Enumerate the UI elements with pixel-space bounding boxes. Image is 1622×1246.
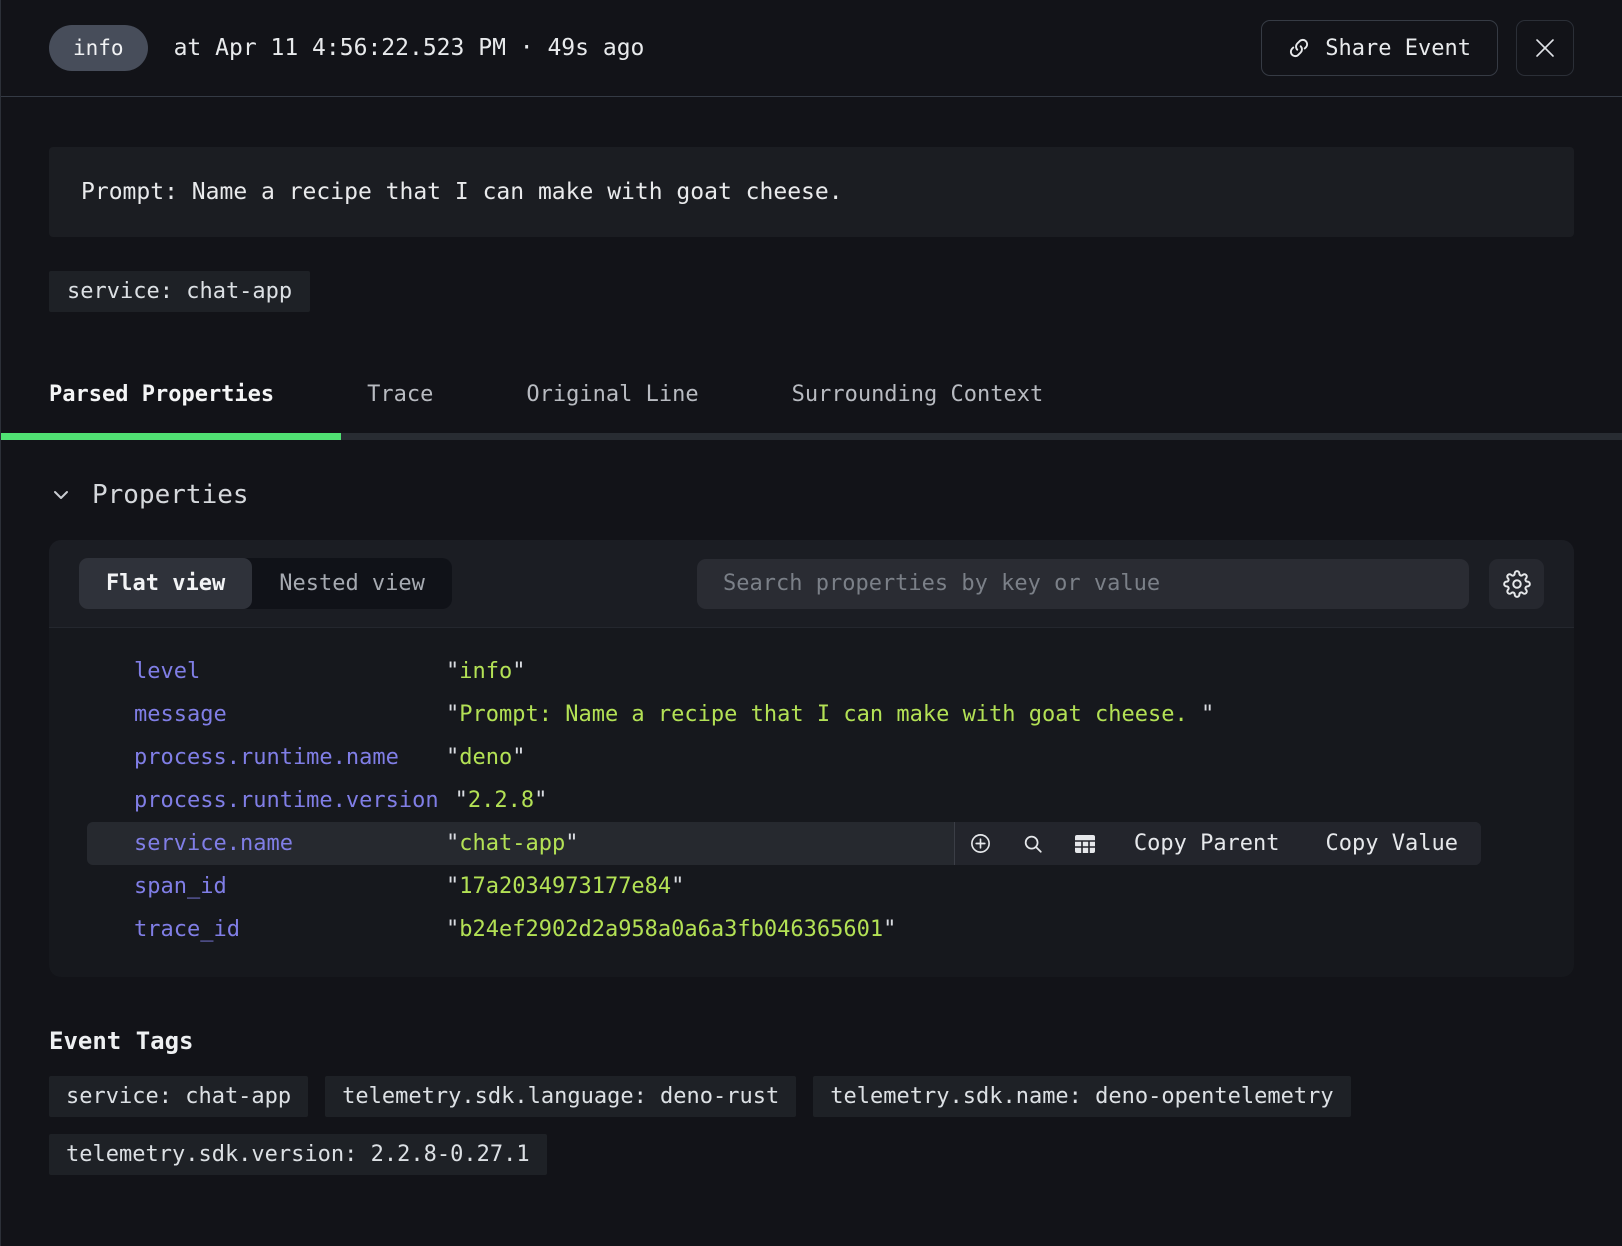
top-bar: info at Apr 11 4:56:22.523 PM · 49s ago … (1, 0, 1622, 97)
copy-value-button[interactable]: Copy Value (1303, 822, 1481, 865)
search-value-icon (1022, 833, 1044, 855)
property-key: level (134, 659, 430, 684)
add-filter-icon (969, 832, 992, 855)
event-detail-panel: info at Apr 11 4:56:22.523 PM · 49s ago … (0, 0, 1622, 1246)
property-key: trace_id (134, 917, 430, 942)
share-event-button[interactable]: Share Event (1261, 20, 1498, 76)
properties-settings-button[interactable] (1489, 559, 1544, 609)
search-properties-input[interactable] (697, 559, 1469, 609)
property-key: span_id (134, 874, 430, 899)
property-key: service.name (134, 831, 430, 856)
tab-underline-track (1, 433, 1622, 440)
search-value-button[interactable] (1007, 822, 1059, 865)
event-tag[interactable]: telemetry.sdk.language: deno-rust (325, 1076, 796, 1117)
share-event-label: Share Event (1325, 36, 1471, 61)
nested-view-button[interactable]: Nested view (252, 558, 452, 609)
properties-table: level "info" message "Prompt: Name a recipe… (49, 628, 1574, 977)
property-row[interactable]: span_id "17a2034973177e84" (49, 865, 1574, 908)
group-by-icon (1074, 834, 1096, 854)
tab-parsed-properties[interactable]: Parsed Properties (49, 361, 274, 433)
property-row[interactable]: service.name"chat-app"Copy ParentCopy Va… (87, 822, 1481, 865)
tab-bar: Parsed Properties Trace Original Line Surro… (1, 361, 1622, 433)
event-timestamp: at Apr 11 4:56:22.523 PM · 49s ago (174, 35, 645, 61)
chevron-down-icon (49, 483, 73, 507)
property-value: "chat-app" (446, 831, 954, 856)
event-tag[interactable]: telemetry.sdk.version: 2.2.8-0.27.1 (49, 1134, 547, 1175)
tab-trace[interactable]: Trace (367, 361, 433, 433)
property-key: message (134, 702, 430, 727)
property-row[interactable]: process.runtime.name "deno" (49, 736, 1574, 779)
close-button[interactable] (1516, 20, 1574, 76)
flat-view-button[interactable]: Flat view (79, 558, 252, 609)
property-row[interactable]: message "Prompt: Name a recipe that I can… (49, 693, 1574, 736)
add-filter-button[interactable] (955, 822, 1007, 865)
event-tag[interactable]: telemetry.sdk.name: deno-opentelemetry (813, 1076, 1350, 1117)
property-value: "Prompt: Name a recipe that I can make w… (446, 702, 1481, 727)
property-key: process.runtime.name (134, 745, 430, 770)
properties-toolbar: Flat view Nested view (49, 540, 1574, 628)
detail-tabs: Parsed Properties Trace Original Line Surro… (1, 361, 1622, 440)
tab-original-line[interactable]: Original Line (526, 361, 698, 433)
link-icon (1288, 37, 1310, 59)
event-tag-list: service: chat-app telemetry.sdk.language:… (49, 1076, 1499, 1175)
event-tags-title: Event Tags (49, 1027, 1574, 1055)
service-tag[interactable]: service: chat-app (49, 271, 310, 312)
tab-surrounding-context[interactable]: Surrounding Context (792, 361, 1044, 433)
close-icon (1533, 36, 1557, 60)
properties-section-title: Properties (92, 480, 249, 510)
log-level-badge: info (49, 25, 148, 71)
properties-panel: Flat view Nested view level "info" message… (49, 540, 1574, 977)
event-tag[interactable]: service: chat-app (49, 1076, 308, 1117)
properties-section-header[interactable]: Properties (49, 480, 1574, 510)
property-value: "17a2034973177e84" (446, 874, 1481, 899)
property-value: "2.2.8" (455, 788, 1481, 813)
property-row[interactable]: level "info" (49, 650, 1574, 693)
view-toggle: Flat view Nested view (79, 558, 452, 609)
property-value: "b24ef2902d2a958a0a6a3fb046365601" (446, 917, 1481, 942)
row-actions-toolbar: Copy ParentCopy Value (954, 822, 1481, 865)
event-message-preview: Prompt: Name a recipe that I can make wi… (49, 147, 1574, 237)
active-tab-indicator (1, 433, 341, 440)
copy-parent-button[interactable]: Copy Parent (1111, 822, 1303, 865)
gear-icon (1503, 570, 1531, 598)
property-value: "info" (446, 659, 1481, 684)
property-key: process.runtime.version (134, 788, 439, 813)
property-value: "deno" (446, 745, 1481, 770)
property-row[interactable]: trace_id "b24ef2902d2a958a0a6a3fb04636560… (49, 908, 1574, 951)
group-by-button[interactable] (1059, 822, 1111, 865)
property-row[interactable]: process.runtime.version "2.2.8" (49, 779, 1574, 822)
